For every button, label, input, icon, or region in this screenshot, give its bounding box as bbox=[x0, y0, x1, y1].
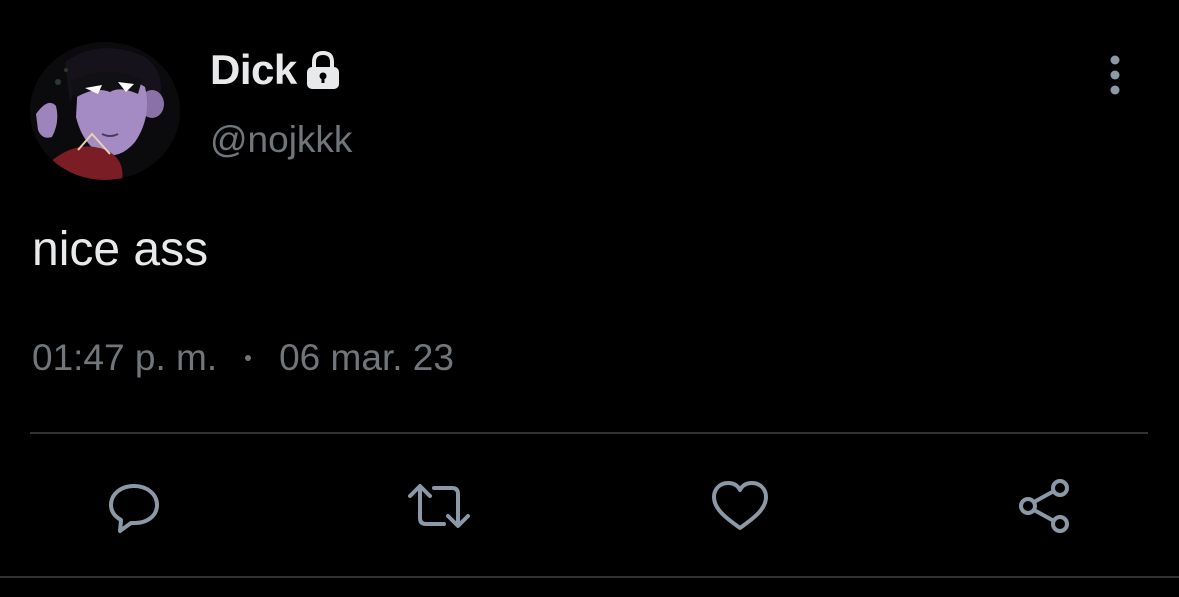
share-button[interactable] bbox=[1008, 470, 1080, 542]
more-vertical-icon bbox=[1110, 55, 1120, 95]
tweet-time: 01:47 p. m. bbox=[32, 337, 218, 378]
avatar-image bbox=[30, 42, 180, 180]
heart-icon bbox=[712, 481, 768, 530]
separator-dot bbox=[245, 355, 252, 361]
author-name-row: Dick bbox=[210, 44, 345, 96]
reply-button[interactable] bbox=[98, 470, 170, 542]
timestamp-row: 01:47 p. m. 06 mar. 23 bbox=[32, 332, 454, 384]
tweet: Dick @nojkkk nice ass 01:47 p. m. 06 mar… bbox=[0, 0, 1179, 597]
retweet-icon bbox=[408, 484, 470, 528]
handle[interactable]: @nojkkk bbox=[210, 116, 352, 164]
avatar[interactable] bbox=[30, 42, 180, 180]
display-name[interactable]: Dick bbox=[210, 44, 297, 96]
retweet-button[interactable] bbox=[403, 470, 475, 542]
action-bar bbox=[0, 470, 1179, 542]
bottom-divider bbox=[0, 576, 1179, 578]
lock-icon bbox=[301, 48, 345, 92]
reply-icon bbox=[109, 484, 159, 533]
tweet-text: nice ass bbox=[32, 223, 209, 276]
more-options-button[interactable] bbox=[1093, 50, 1137, 100]
tweet-date: 06 mar. 23 bbox=[279, 337, 454, 378]
share-icon bbox=[1019, 479, 1069, 533]
like-button[interactable] bbox=[704, 470, 776, 542]
divider bbox=[30, 432, 1148, 434]
